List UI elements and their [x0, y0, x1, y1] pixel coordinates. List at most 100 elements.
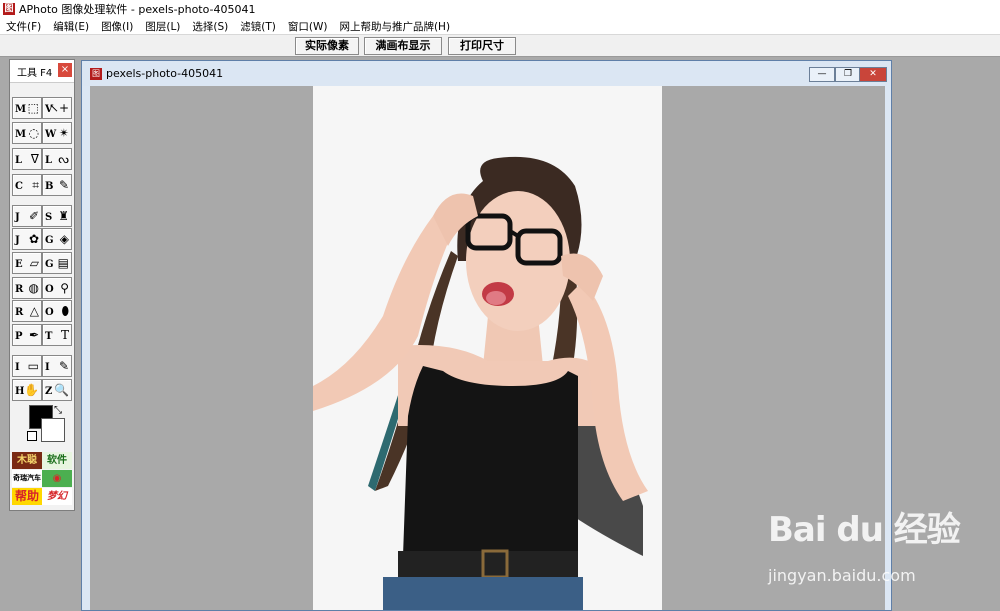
tool-button-14[interactable]: R ◍ [12, 277, 42, 299]
tool-shortcut-key: L [15, 155, 23, 166]
tool-button-13[interactable]: G ▤ [42, 252, 72, 274]
tool-shortcut-key: B [45, 181, 54, 192]
tool-button-6[interactable]: C ⌗ [12, 174, 42, 196]
tool-button-8[interactable]: J ✐ [12, 205, 42, 227]
tool-button-19[interactable]: TT [42, 324, 72, 346]
tool-shortcut-key: J [15, 235, 20, 246]
tool-button-16[interactable]: R △ [12, 300, 42, 322]
tool-button-23[interactable]: Z 🔍 [42, 379, 72, 401]
minimize-button[interactable]: — [809, 67, 835, 82]
menu-image[interactable]: 图像(I) [95, 19, 139, 34]
tool-shortcut-key: I [15, 362, 20, 373]
tool-shortcut-key: G [45, 235, 54, 246]
tool-icon: 🔍 [54, 383, 69, 397]
tool-shortcut-key: Z [45, 386, 53, 397]
palette-title: 工具 F4 [17, 68, 53, 79]
tool-icon: ⚲ [60, 281, 69, 295]
tool-shortcut-key: C [15, 181, 23, 192]
tool-shortcut-key: I [45, 362, 50, 373]
menu-help[interactable]: 网上帮助与推广品牌(H) [333, 19, 456, 34]
tool-shortcut-key: T [45, 331, 53, 342]
tool-shortcut-key: M [15, 104, 27, 115]
menu-edit[interactable]: 编辑(E) [47, 19, 95, 34]
tool-shortcut-key: P [15, 331, 23, 342]
close-button[interactable]: ✕ [859, 67, 887, 82]
help-button[interactable]: 帮助 [12, 488, 42, 505]
tool-button-1[interactable]: V ↖+ [42, 97, 72, 119]
ad-menghuan[interactable]: 梦幻 [42, 488, 72, 505]
menu-filter[interactable]: 滤镜(T) [234, 19, 282, 34]
tool-button-15[interactable]: O ⚲ [42, 277, 72, 299]
tool-button-3[interactable]: W ✴ [42, 122, 72, 144]
tool-shortcut-key: R [15, 307, 24, 318]
photo-canvas[interactable] [313, 86, 662, 610]
tool-palette: 工具 F4 × M ⬚ V ↖+ M ◌ W ✴ L ᐁ L ᔓ C ⌗ B ✎ J ✐ S ♜ J ✿ G ◈ E ▱ G ▤ R ◍ O… [9, 59, 75, 511]
baidu-watermark-logo: Bai du 经验 [768, 510, 961, 550]
menu-select[interactable]: 选择(S) [186, 19, 234, 34]
document-title: pexels-photo-405041 [106, 67, 224, 80]
document-logo-icon: 图 [90, 68, 102, 80]
tool-button-4[interactable]: Lᐁ [12, 148, 42, 170]
tool-shortcut-key: M [15, 129, 27, 140]
actual-pixels-button[interactable]: 实际像素 [295, 37, 359, 55]
tool-button-2[interactable]: M ◌ [12, 122, 42, 144]
tool-icon: ▭ [27, 359, 39, 373]
tool-button-21[interactable]: I ✎ [42, 355, 72, 377]
app-title: APhoto 图像处理软件 - pexels-photo-405041 [19, 3, 256, 16]
swap-colors-icon[interactable]: ⤡ [54, 405, 62, 416]
menu-layer[interactable]: 图层(L) [139, 19, 186, 34]
menu-window[interactable]: 窗口(W) [282, 19, 334, 34]
tool-icon: ⬮ [61, 304, 69, 318]
tool-icon: ✒ [28, 328, 39, 342]
palette-header: 工具 F4 × [10, 60, 74, 83]
menu-file[interactable]: 文件(F) [0, 19, 47, 34]
tool-icon: ▱ [29, 256, 39, 270]
default-colors-icon[interactable] [27, 431, 37, 441]
tool-shortcut-key: O [45, 284, 54, 295]
tool-icon: T [60, 328, 69, 342]
tool-button-12[interactable]: E ▱ [12, 252, 42, 274]
ad-chery[interactable]: 奇瑞汽车 [12, 470, 42, 487]
app-titlebar: 图 APhoto 图像处理软件 - pexels-photo-405041 [0, 0, 1000, 18]
background-color-swatch[interactable] [41, 418, 65, 442]
tool-button-22[interactable]: H ✋ [12, 379, 42, 401]
tool-icon: ✎ [58, 178, 69, 192]
tool-button-7[interactable]: B ✎ [42, 174, 72, 196]
tool-shortcut-key: G [45, 259, 54, 270]
tool-icon: ✋ [24, 383, 39, 397]
ad-software[interactable]: 软件 [42, 452, 72, 469]
tool-shortcut-key: O [45, 307, 54, 318]
tool-button-20[interactable]: I ▭ [12, 355, 42, 377]
tool-button-5[interactable]: Lᔓ [42, 148, 72, 170]
tool-icon: ◍ [28, 281, 39, 295]
tool-shortcut-key: E [15, 259, 23, 270]
tool-button-11[interactable]: G ◈ [42, 228, 72, 250]
tool-icon: ⬚ [27, 101, 39, 115]
tool-icon: ✎ [58, 359, 69, 373]
tool-icon: ◈ [59, 232, 69, 246]
tool-icon: ▤ [57, 256, 69, 270]
tool-icon: △ [29, 304, 39, 318]
canvas-area[interactable] [90, 86, 885, 610]
tool-shortcut-key: W [45, 129, 57, 140]
ad-muchong[interactable]: 木聪 [12, 452, 42, 469]
tool-icon: ✴ [58, 126, 69, 140]
palette-close-button[interactable]: × [58, 63, 72, 77]
baidu-watermark-url: jingyan.baidu.com [768, 566, 916, 585]
tool-shortcut-key: H [15, 386, 25, 397]
tool-button-0[interactable]: M ⬚ [12, 97, 42, 119]
ad-eye[interactable]: ◉ [42, 470, 72, 487]
app-logo: 图 [3, 3, 15, 15]
tool-button-18[interactable]: P ✒ [12, 324, 42, 346]
tool-icon: ◌ [28, 126, 39, 140]
toolbar: 实际像素 满画布显示 打印尺寸 [0, 35, 1000, 57]
tool-icon: ♜ [58, 209, 69, 223]
fit-canvas-button[interactable]: 满画布显示 [364, 37, 442, 55]
tool-icon: ✐ [28, 209, 39, 223]
tool-button-17[interactable]: O ⬮ [42, 300, 72, 322]
print-size-button[interactable]: 打印尺寸 [448, 37, 516, 55]
tool-button-9[interactable]: S ♜ [42, 205, 72, 227]
restore-button[interactable]: ❐ [835, 67, 861, 82]
tool-button-10[interactable]: J ✿ [12, 228, 42, 250]
tool-icon: ⌗ [32, 178, 39, 192]
